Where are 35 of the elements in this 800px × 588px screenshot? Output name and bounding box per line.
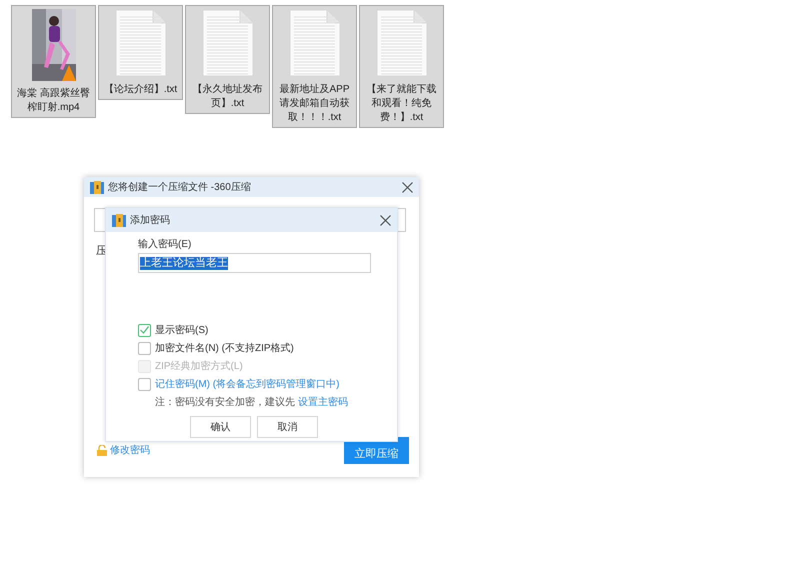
document-icon <box>114 9 166 77</box>
close-icon[interactable] <box>402 182 413 192</box>
option-label: ZIP经典加密方式(L) <box>155 360 243 374</box>
archive-icon <box>112 214 126 226</box>
document-icon <box>376 9 428 77</box>
document-icon <box>202 9 254 77</box>
window-title: 添加密码 <box>130 214 171 228</box>
cancel-button[interactable]: 取消 <box>257 416 318 438</box>
set-master-password-link[interactable]: 设置主密码 <box>298 395 348 410</box>
note-text: 注：密码没有安全加密，建议先 <box>155 396 295 410</box>
option-label: 加密文件名(N) (不支持ZIP格式) <box>155 342 294 356</box>
file-tile[interactable]: 最新地址及APP请发邮箱自动获取！！！.txt <box>272 5 357 128</box>
file-name: 【来了就能下载和观看！纯免费！】.txt <box>366 83 438 125</box>
document-icon <box>288 9 340 77</box>
file-name: 最新地址及APP请发邮箱自动获取！！！.txt <box>278 83 350 125</box>
option-label: 显示密码(S) <box>155 324 208 338</box>
file-tile[interactable]: 【永久地址发布页】.txt <box>185 5 270 114</box>
checkbox[interactable] <box>138 324 151 336</box>
file-name: 海棠 高跟紫丝臀榨盯射.mp4 <box>16 87 91 115</box>
file-name: 【永久地址发布页】.txt <box>192 83 264 111</box>
password-label: 输入密码(E) <box>138 238 192 252</box>
file-tile[interactable]: 【来了就能下载和观看！纯免费！】.txt <box>359 5 444 128</box>
confirm-button[interactable]: 确认 <box>190 416 251 438</box>
close-icon[interactable] <box>380 214 391 226</box>
window-title: 您将创建一个压缩文件 -360压缩 <box>108 180 252 194</box>
file-name: 【论坛介绍】.txt <box>102 83 178 97</box>
password-field[interactable]: 上老王论坛当老王 <box>138 253 371 273</box>
file-tile[interactable]: 海棠 高跟紫丝臀榨盯射.mp4 <box>11 5 96 118</box>
option-label: 记住密码(M) (将会备忘到密码管理窗口中) <box>155 378 340 392</box>
file-tile[interactable]: 【论坛介绍】.txt <box>98 5 183 100</box>
checkbox[interactable] <box>138 342 151 354</box>
checkbox[interactable] <box>138 378 151 390</box>
lock-icon <box>97 445 107 456</box>
archive-icon <box>90 180 104 194</box>
change-password-link[interactable]: 修改密码 <box>110 443 150 458</box>
